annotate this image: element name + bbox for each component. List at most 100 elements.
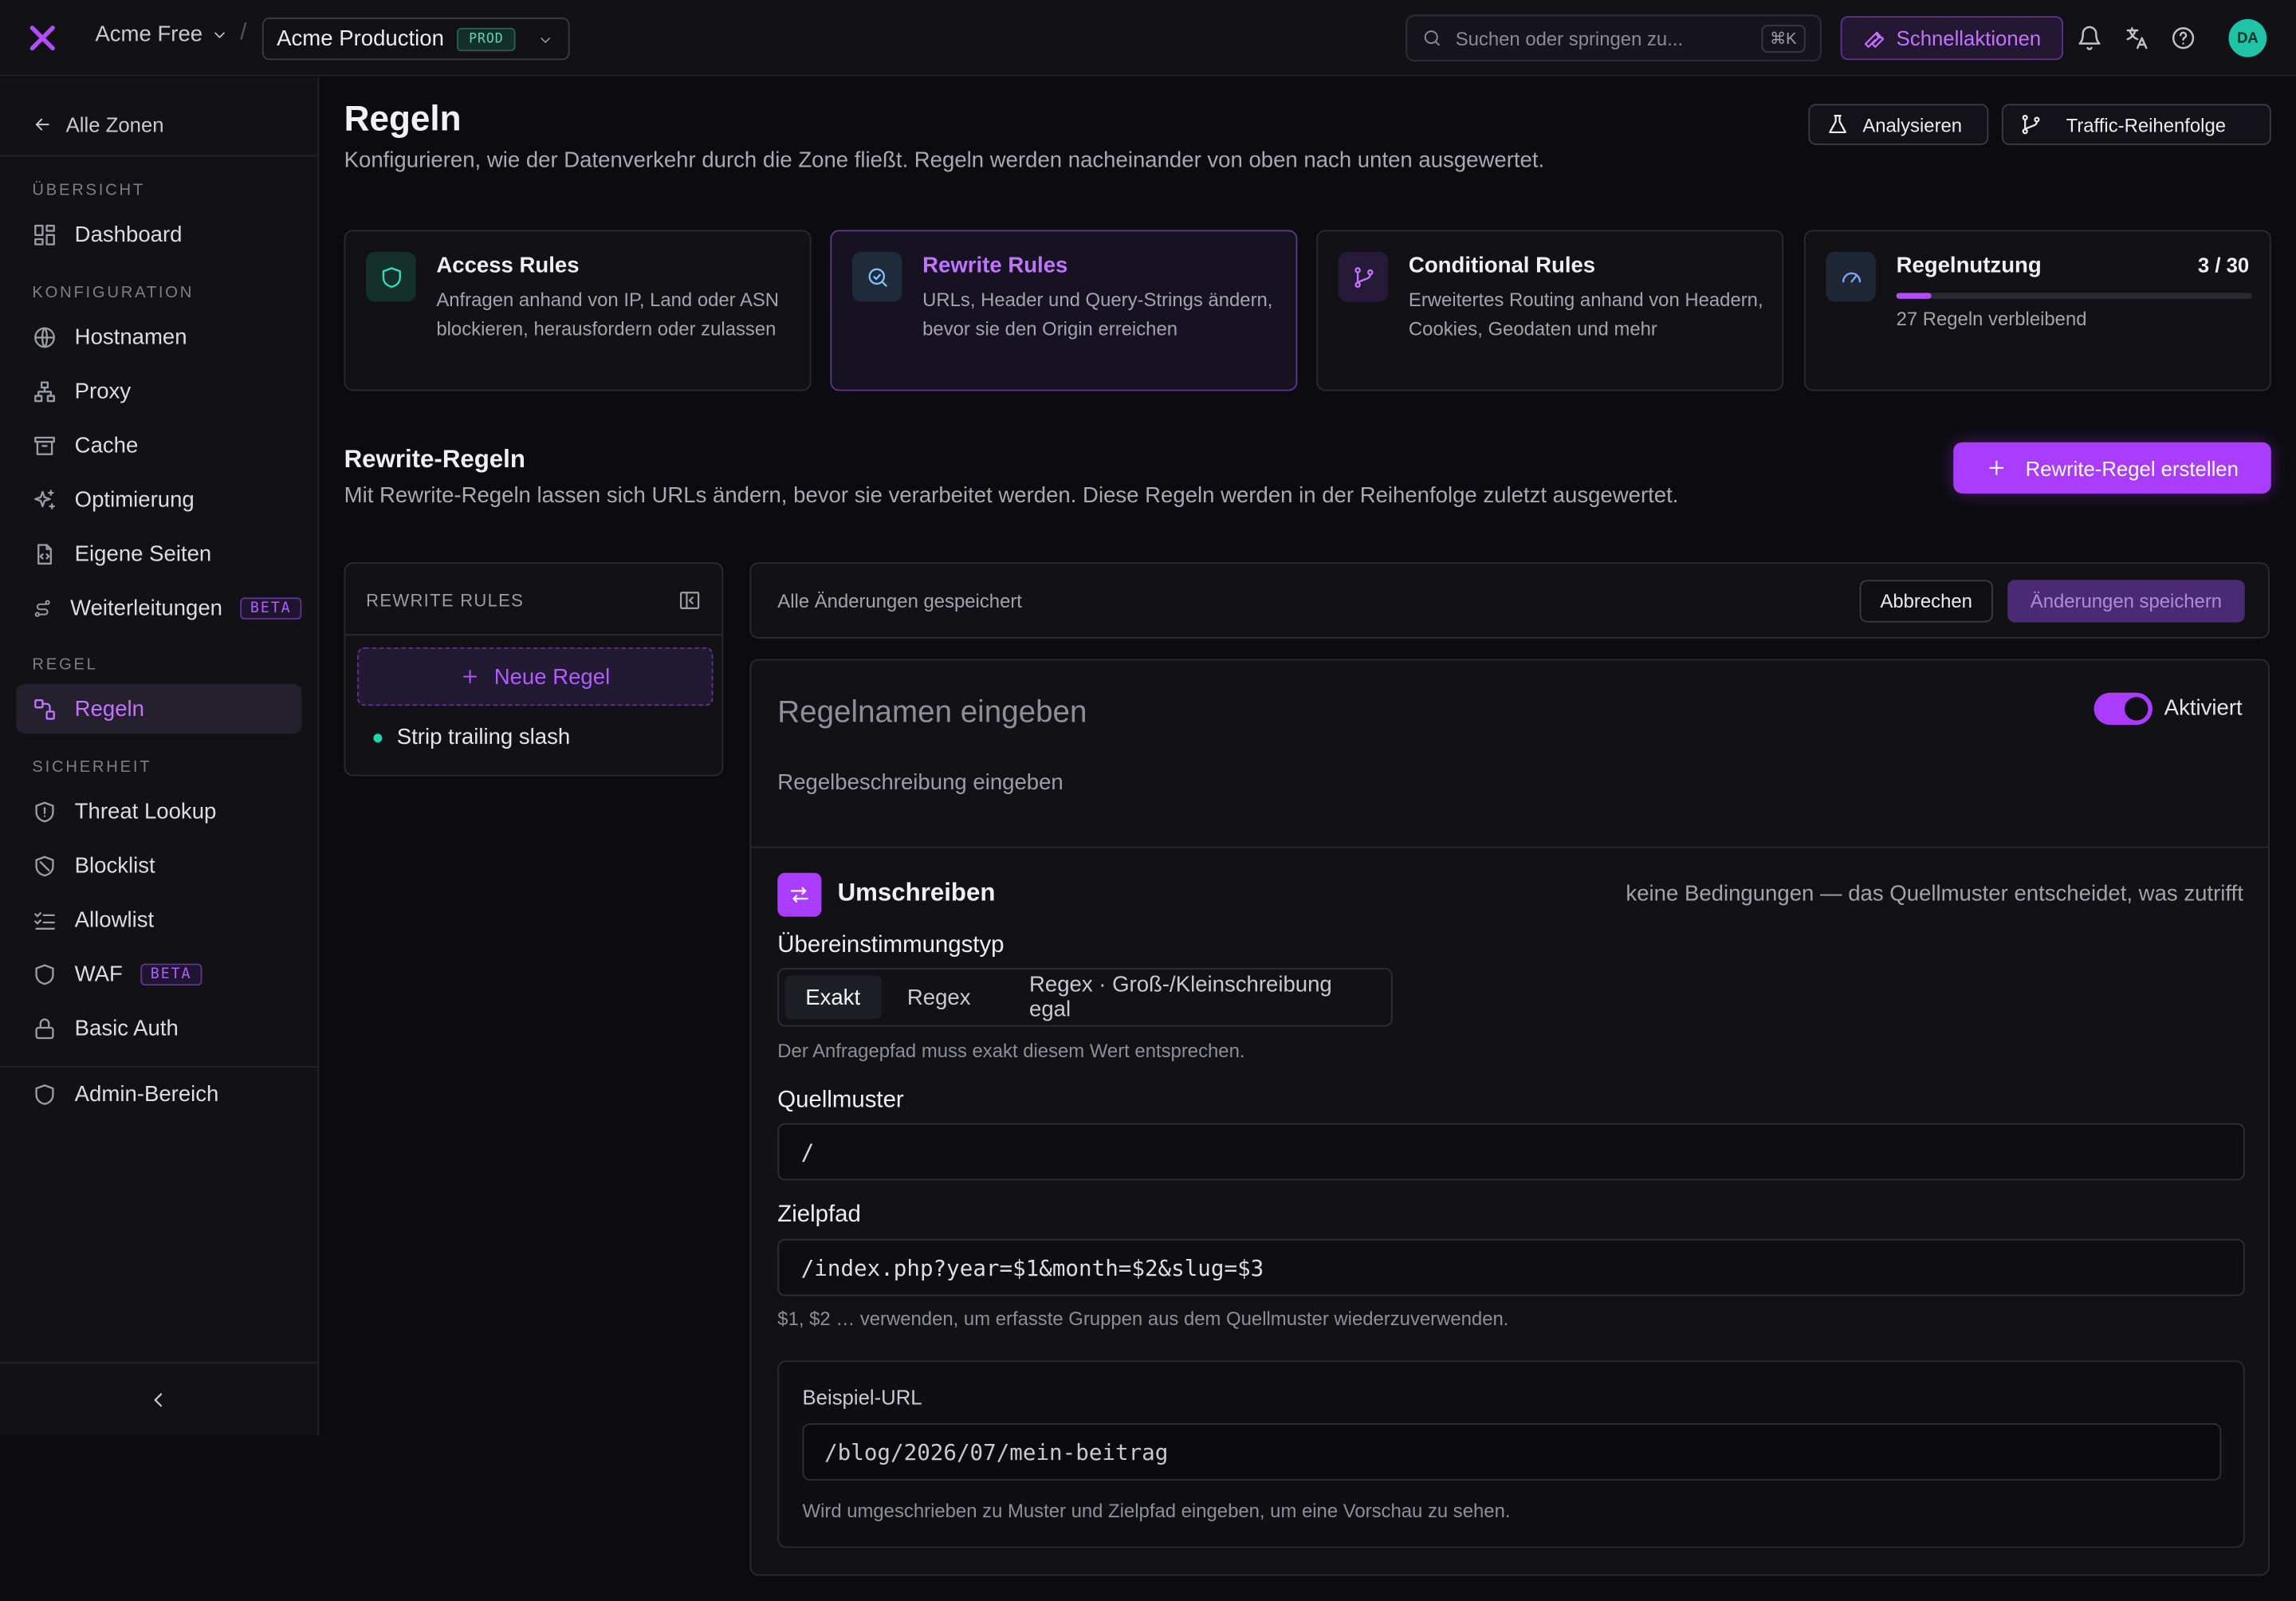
page-subtitle: Konfigurieren, wie der Datenverkehr durc… xyxy=(344,148,1545,173)
dashboard-icon xyxy=(34,223,55,245)
match-type-segmented: Exakt Regex Regex · Groß-/Kleinschreibun… xyxy=(777,968,1393,1027)
create-rewrite-rule-button[interactable]: Rewrite-Regel erstellen xyxy=(1953,442,2271,494)
list-item[interactable]: Strip trailing slash xyxy=(373,725,570,749)
save-button[interactable]: Änderungen speichern xyxy=(2007,580,2245,623)
sidebar-item-waf[interactable]: WAF BETA xyxy=(16,949,301,998)
archive-icon xyxy=(34,435,55,454)
search-shortcut: ⌘K xyxy=(1760,25,1806,53)
sidebar-item-dashboard[interactable]: Dashboard xyxy=(16,210,301,259)
file-code-icon xyxy=(37,543,52,564)
source-pattern-input[interactable]: / xyxy=(777,1123,2245,1181)
cancel-button[interactable]: Abbrechen xyxy=(1859,580,1993,623)
zone-select[interactable]: Acme Production PROD xyxy=(261,18,570,61)
sidebar-item-label: Proxy xyxy=(74,378,132,404)
enabled-label: Aktiviert xyxy=(2164,695,2243,721)
card-rewrite-rules[interactable]: Rewrite Rules URLs, Header und Query-Str… xyxy=(830,230,1298,391)
shield-icon xyxy=(35,1084,54,1104)
section-rule: REGEL xyxy=(32,655,98,674)
divider xyxy=(0,1362,318,1363)
sidebar-item-allowlist[interactable]: Allowlist xyxy=(16,895,301,944)
collapse-sidebar-button[interactable] xyxy=(147,1388,170,1411)
action-note: keine Bedingungen — das Quellmuster ents… xyxy=(1626,881,2243,907)
sidebar-item-redirects[interactable]: Weiterleitungen BETA xyxy=(16,583,302,632)
sidebar-item-optimization[interactable]: Optimierung xyxy=(16,474,301,524)
card-title: Conditional Rules xyxy=(1408,253,1596,278)
sidebar-item-label: WAF xyxy=(74,961,123,987)
rule-name: Strip trailing slash xyxy=(396,725,571,750)
beta-badge: BETA xyxy=(240,596,302,620)
sidebar-item-label: Hostnamen xyxy=(74,324,187,350)
sidebar-item-label: Dashboard xyxy=(74,222,183,247)
rule-description-input[interactable]: Regelbeschreibung eingeben xyxy=(777,770,1063,795)
arrows-swap-icon xyxy=(777,872,822,917)
sidebar-item-basic-auth[interactable]: Basic Auth xyxy=(16,1003,301,1052)
top-bar: Acme Free / Acme Production PROD Suchen … xyxy=(0,0,2296,77)
rule-name-input[interactable]: Regelnamen eingeben xyxy=(777,695,1087,730)
save-status: Alle Änderungen gespeichert xyxy=(777,590,1022,612)
sidebar-item-hostnames[interactable]: Hostnamen xyxy=(16,312,301,361)
new-rule-button[interactable]: Neue Regel xyxy=(357,647,714,706)
chevron-down-icon xyxy=(214,31,226,37)
sidebar-item-admin[interactable]: Admin-Bereich xyxy=(16,1069,301,1119)
translate-icon[interactable] xyxy=(2123,25,2149,51)
sparkles-icon xyxy=(34,489,55,509)
globe-icon xyxy=(34,326,55,348)
analyze-button[interactable]: Analysieren xyxy=(1808,104,1989,145)
toggle-knob xyxy=(2125,697,2149,721)
sidebar-item-label: Weiterleitungen xyxy=(70,595,223,620)
match-option-regex-ci[interactable]: Regex · Groß-/Kleinschreibung egal xyxy=(997,973,1386,1022)
sidebar-item-threat-lookup[interactable]: Threat Lookup xyxy=(16,786,301,836)
example-url-input[interactable]: /blog/2026/07/mein-beitrag xyxy=(802,1423,2222,1481)
card-title: Regelnutzung xyxy=(1896,253,2042,278)
enabled-toggle[interactable] xyxy=(2094,692,2152,726)
shield-icon xyxy=(381,266,400,288)
card-access-rules[interactable]: Access Rules Anfragen anhand von IP, Lan… xyxy=(344,230,812,391)
divider xyxy=(751,846,2269,848)
sidebar-item-label: Basic Auth xyxy=(74,1015,179,1040)
logo-icon[interactable] xyxy=(28,23,57,53)
card-desc: URLs, Header und Query-Strings ändern, b… xyxy=(922,288,1273,340)
card-icon xyxy=(1338,251,1389,302)
example-panel: Beispiel-URL /blog/2026/07/mein-beitrag … xyxy=(777,1360,2245,1548)
card-conditional-rules[interactable]: Conditional Rules Erweitertes Routing an… xyxy=(1316,230,1784,391)
section-config: KONFIGURATION xyxy=(32,284,195,302)
sidebar-item-rules[interactable]: Regeln xyxy=(16,683,302,734)
sidebar-item-label: Blocklist xyxy=(74,852,155,879)
traffic-order-button[interactable]: Traffic-Reihenfolge xyxy=(2001,104,2271,145)
plus-icon xyxy=(463,670,478,684)
target-path-input[interactable]: /index.php?year=$1&month=$2&slug=$3 xyxy=(777,1238,2245,1296)
help-icon[interactable] xyxy=(2170,25,2196,51)
plus-icon xyxy=(1989,460,2004,475)
rule-editor: Regelnamen eingeben Aktiviert Regelbesch… xyxy=(749,659,2270,1576)
sidebar-item-proxy[interactable]: Proxy xyxy=(16,366,301,415)
rules-list-header: REWRITE RULES xyxy=(366,590,525,611)
match-option-exact[interactable]: Exakt xyxy=(784,975,881,1020)
org-switcher[interactable]: Acme Free xyxy=(95,22,229,47)
target-label: Zielpfad xyxy=(777,1202,861,1228)
list-check-icon xyxy=(34,911,55,930)
source-label: Quellmuster xyxy=(777,1088,904,1113)
target-help: $1, $2 … verwenden, um erfasste Gruppen … xyxy=(777,1308,1509,1330)
traffic-order-label: Traffic-Reihenfolge xyxy=(2066,113,2227,136)
rules-list-panel: REWRITE RULES Neue Regel Strip trailing … xyxy=(344,562,724,777)
sidebar: Alle Zonen ÜBERSICHT Dashboard KONFIGURA… xyxy=(0,77,320,1435)
sidebar-item-label: Eigene Seiten xyxy=(74,541,212,566)
section-overview: ÜBERSICHT xyxy=(32,181,145,199)
sidebar-item-custom-pages[interactable]: Eigene Seiten xyxy=(16,529,301,578)
card-rule-usage: Regelnutzung 3 / 30 27 Regeln verbleiben… xyxy=(1803,230,2271,391)
quick-actions-button[interactable]: Schnellaktionen xyxy=(1840,16,2063,61)
gauge-icon xyxy=(1842,271,1861,282)
route-icon xyxy=(34,599,50,616)
sidebar-item-blocklist[interactable]: Blocklist xyxy=(16,840,301,890)
sidebar-item-cache[interactable]: Cache xyxy=(16,420,301,470)
back-to-zones-link[interactable]: Alle Zonen xyxy=(32,112,164,136)
panel-collapse-icon[interactable] xyxy=(678,588,701,612)
usage-count: 3 / 30 xyxy=(2197,253,2250,277)
save-bar: Alle Änderungen gespeichert Abbrechen Än… xyxy=(749,562,2270,639)
section-security: SICHERHEIT xyxy=(32,758,152,777)
search-input[interactable]: Suchen oder springen zu... ⌘K xyxy=(1406,14,1822,62)
bell-icon[interactable] xyxy=(2076,25,2102,51)
match-option-regex[interactable]: Regex xyxy=(887,975,991,1019)
avatar[interactable]: DA xyxy=(2228,18,2267,57)
section-title: Rewrite-Regeln xyxy=(344,445,525,474)
